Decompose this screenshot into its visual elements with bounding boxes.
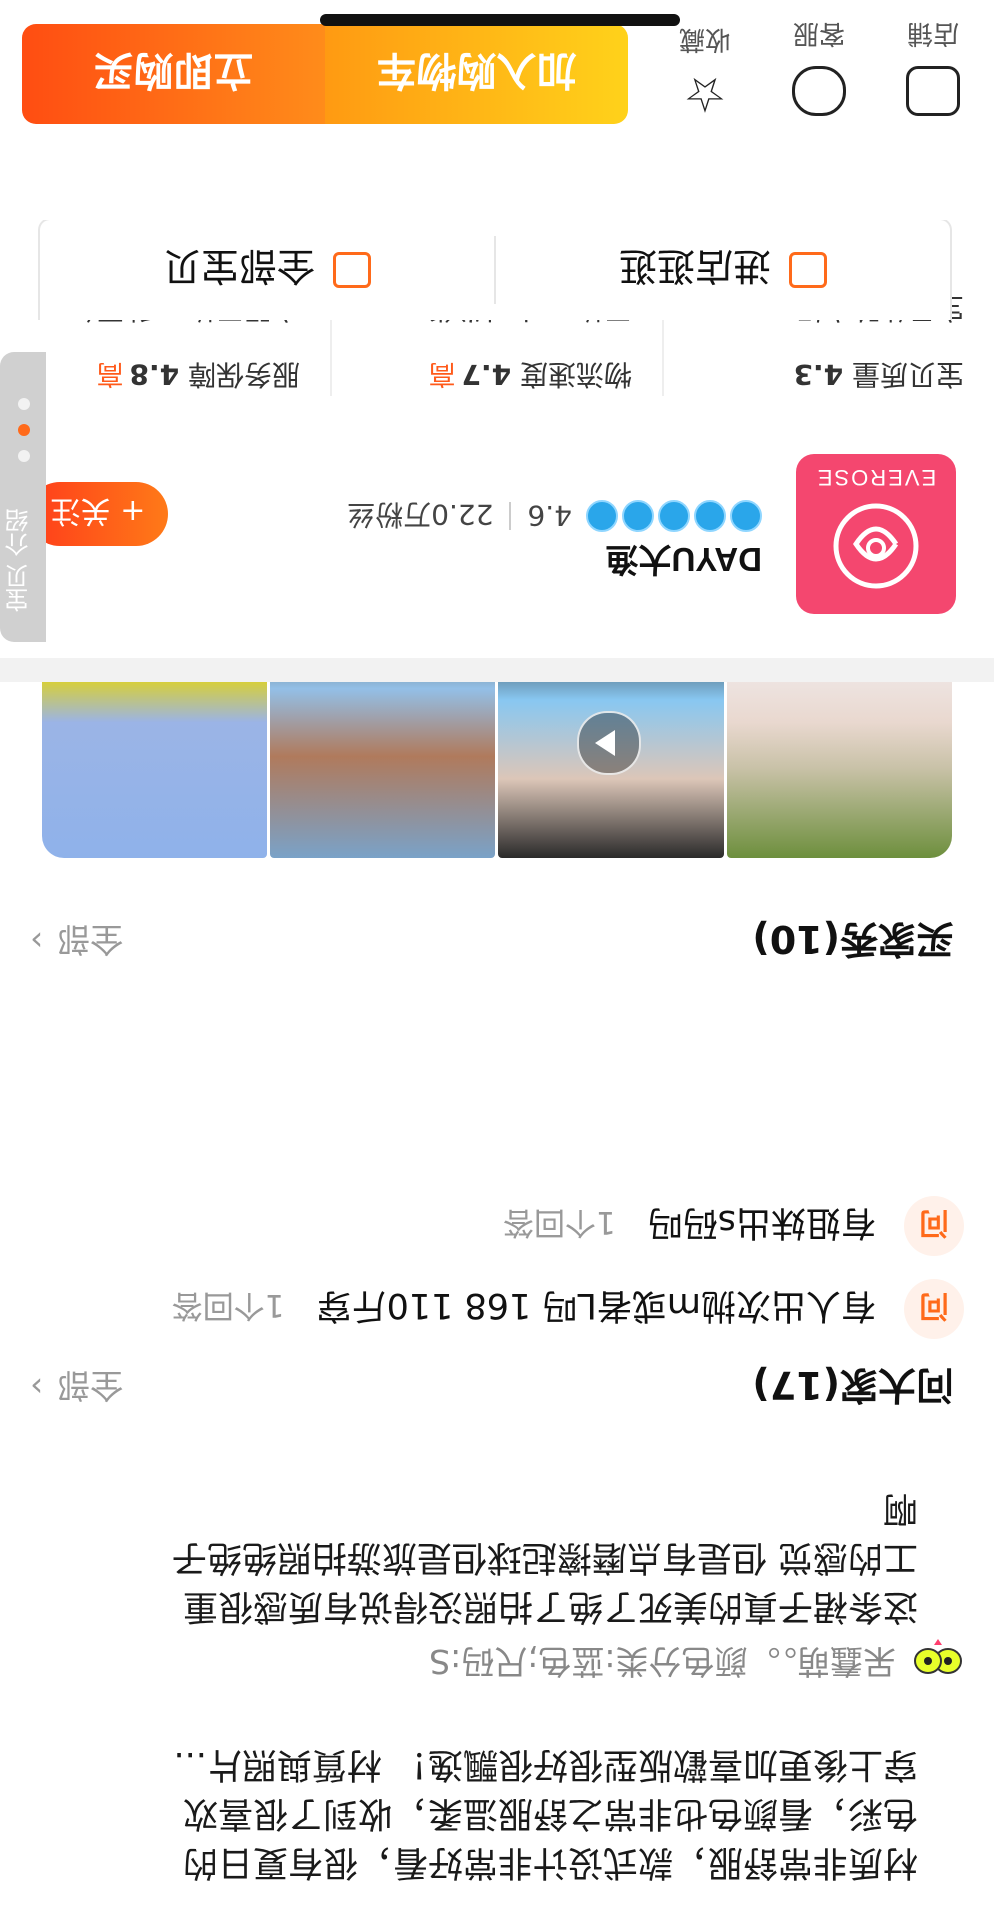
favorite-tool-label: 收藏 xyxy=(679,24,732,54)
product-intro-tab[interactable]: 宝贝 介绍 xyxy=(0,352,46,642)
product-intro-label: 宝贝 介绍 xyxy=(5,508,33,612)
ask-section: 问大家(17) 全部 › 问 有人出次抛m或者L吗 168 110斤穿 1个回答… xyxy=(0,1009,994,1454)
metric-tag: 高 xyxy=(96,358,124,389)
dot-indicator xyxy=(18,450,30,462)
section-divider xyxy=(0,658,994,682)
divider xyxy=(509,502,512,530)
metric-tag: 高 xyxy=(428,358,456,389)
review-user: 呆蠢萌。。颜色分类:蓝色;尺码:S xyxy=(429,1642,896,1681)
store-icon xyxy=(906,66,960,116)
crown-icon xyxy=(586,500,618,532)
dot-indicator-active xyxy=(18,424,30,436)
review-text-6: 啊 xyxy=(882,1488,918,1528)
play-icon xyxy=(577,711,642,775)
divider xyxy=(494,236,496,304)
crown-icon xyxy=(694,500,726,532)
metric-value: 4.3 xyxy=(793,358,844,391)
ask-all-label: 全部 xyxy=(57,1366,124,1405)
metric-value: 4.8 xyxy=(129,358,180,391)
ask-all-link[interactable]: 全部 › xyxy=(30,1364,123,1412)
question-count: 1个回答 xyxy=(171,1287,285,1324)
shop-tool-label: 店铺 xyxy=(907,18,960,48)
sofa-icon xyxy=(333,252,372,288)
chevron-right-icon: › xyxy=(30,1368,44,1408)
bottom-action-bar: 店铺 客服 ☆ 收藏 加入购物车 立即购买 xyxy=(0,0,994,220)
metric-label: 服务保障 xyxy=(187,358,300,391)
follow-button[interactable]: + 关注 xyxy=(28,482,168,546)
crown-icon xyxy=(658,500,690,532)
crown-icon xyxy=(730,500,762,532)
enter-shop-button[interactable]: 进店逛逛 xyxy=(496,220,950,320)
question-count: 1个回答 xyxy=(503,1204,616,1241)
question-text: 有姐妹出s码吗 xyxy=(647,1202,876,1243)
logo-text: EVEROSE xyxy=(815,465,937,490)
review-text-2: 色彩，看颜色也非常之舒服温柔，收到了很喜欢 xyxy=(182,1793,918,1833)
shop-tool[interactable]: 店铺 xyxy=(898,17,968,116)
ask-title: 问大家(17) xyxy=(752,1363,954,1407)
shop-bag-icon xyxy=(789,252,828,288)
shop-name[interactable]: DAYU大渔 xyxy=(606,538,762,586)
all-items-label: 全部宝贝 xyxy=(163,244,316,289)
review-text-3[interactable]: 穿上後更加喜歡版型很好很飄逸！ 材質與照片... xyxy=(132,1739,918,1788)
review-section: 材质非常舒服，款式设计非常好看，很有夏日的 色彩，看颜色也非常之舒服温柔，收到了… xyxy=(0,1470,994,1920)
question-item[interactable]: 问 有姐妹出s码吗 1个回答 xyxy=(30,1196,964,1256)
shop-rating: 4.6 xyxy=(527,499,572,533)
dot-indicator xyxy=(18,398,30,410)
buy-now-button[interactable]: 立即购买 xyxy=(22,24,325,124)
favorite-tool[interactable]: ☆ 收藏 xyxy=(670,23,740,122)
review-text-1: 材质非常舒服，款式设计非常好看，很有夏日的 xyxy=(182,1842,918,1882)
metric-value: 4.7 xyxy=(461,358,512,391)
all-items-button[interactable]: 全部宝贝 xyxy=(40,220,494,320)
review-text-5: 工的感觉 但是有点磨擦起球但是旅游拍照绝绝子 xyxy=(171,1537,918,1577)
show-all-link[interactable]: 全部 › xyxy=(30,918,123,966)
home-indicator xyxy=(320,14,680,26)
add-to-cart-button[interactable]: 加入购物车 xyxy=(325,24,628,124)
shop-links: 进店逛逛 全部宝贝 xyxy=(38,218,952,320)
user-avatar xyxy=(914,1639,962,1674)
metric-label: 物流速度 xyxy=(519,358,632,391)
shop-fans: 22.0万粉丝 xyxy=(347,498,494,531)
rose-logo-icon xyxy=(833,503,919,589)
purchase-buttons: 加入购物车 立即购买 xyxy=(22,24,628,124)
review-text-4: 这条裙子真的美死了绝了拍照没得说有质感很重 xyxy=(182,1586,918,1626)
shop-rating-row: 4.6 22.0万粉丝 xyxy=(347,496,762,536)
show-title: 买家秀(10) xyxy=(752,917,954,961)
metric-label: 宝贝质量 xyxy=(851,358,964,391)
crown-icon xyxy=(622,500,654,532)
star-icon: ☆ xyxy=(683,66,727,122)
service-tool[interactable]: 客服 xyxy=(784,17,854,116)
question-item[interactable]: 问 有人出次抛m或者L吗 168 110斤穿 1个回答 xyxy=(30,1279,964,1339)
question-badge: 问 xyxy=(904,1279,964,1339)
service-tool-label: 客服 xyxy=(793,18,846,48)
shop-logo[interactable]: EVEROSE xyxy=(796,454,956,614)
show-all-label: 全部 xyxy=(57,920,124,959)
question-badge: 问 xyxy=(904,1196,964,1256)
question-text: 有人出次抛m或者L吗 168 110斤穿 xyxy=(316,1285,876,1326)
chevron-right-icon: › xyxy=(30,922,44,962)
chat-icon xyxy=(792,66,846,116)
enter-shop-label: 进店逛逛 xyxy=(619,244,772,289)
